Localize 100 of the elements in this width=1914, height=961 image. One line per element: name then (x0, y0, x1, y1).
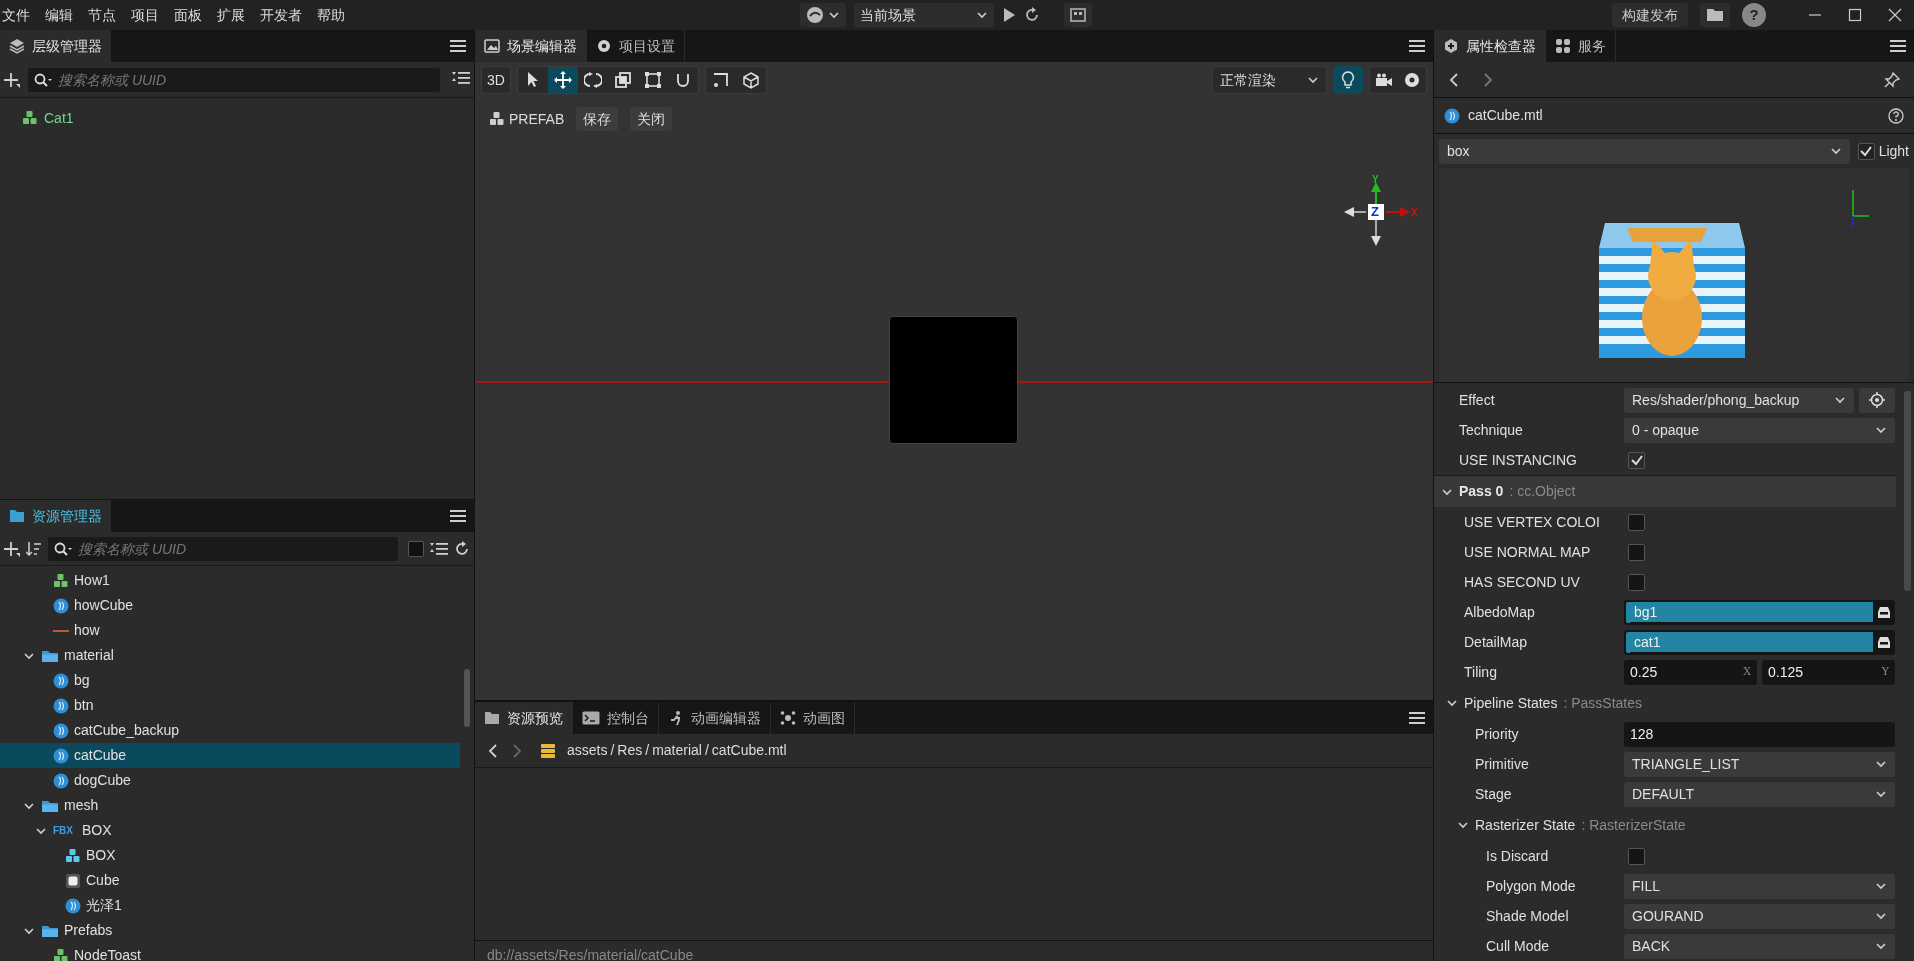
asset-field-value: bg1 (1630, 602, 1873, 622)
asset-label: howCube (74, 596, 134, 615)
pin-button[interactable] (1884, 71, 1900, 88)
panel-tab[interactable]: 控制台 (573, 702, 659, 734)
asset-row[interactable]: BOX (0, 843, 460, 868)
asset-row[interactable]: Prefabs (0, 918, 460, 943)
sort-list-button[interactable] (452, 70, 470, 85)
back-button[interactable] (487, 743, 499, 758)
number-field[interactable]: 0.125 Y (1762, 659, 1895, 685)
search-icon (34, 72, 52, 87)
property-select[interactable]: TRIANGLE_LIST (1624, 751, 1895, 777)
mesh-select[interactable]: box (1439, 138, 1850, 164)
back-button[interactable] (1448, 72, 1460, 87)
property-select[interactable]: DEFAULT (1624, 781, 1895, 807)
asset-row[interactable]: FBX BOX (0, 818, 460, 843)
caret-icon (976, 9, 988, 21)
move-tool-button[interactable] (547, 67, 578, 93)
menu-item[interactable]: 节点 (88, 4, 116, 26)
property-select[interactable]: 0 - opaque (1624, 417, 1895, 443)
breadcrumb-item[interactable]: Res (617, 740, 643, 761)
asset-row[interactable]: catCube_backup (0, 718, 460, 743)
asset-row[interactable]: Cube (0, 868, 460, 893)
mode-button[interactable]: 3D (481, 66, 511, 94)
help-button[interactable]: ? (1742, 3, 1766, 27)
panel-tab[interactable]: 资源管理器 (0, 500, 111, 532)
asset-row[interactable]: how (0, 618, 460, 643)
asset-row[interactable]: bg (0, 668, 460, 693)
lightbulb-icon (1341, 71, 1355, 89)
menu-item[interactable]: 文件 (2, 4, 30, 26)
light-toggle[interactable] (1333, 66, 1363, 94)
property-checkbox[interactable] (1628, 847, 1645, 865)
asset-row[interactable]: NodeToast (0, 943, 460, 961)
asset-row[interactable]: material (0, 643, 460, 668)
panel-tab[interactable]: 服务 (1546, 30, 1616, 62)
play-button[interactable] (1002, 7, 1016, 23)
sort-list-button[interactable] (430, 541, 448, 556)
property-select[interactable]: Res/shader/phong_backup (1624, 387, 1854, 413)
search-field[interactable]: 搜索名称或 UUID (28, 67, 440, 92)
caret-icon (1834, 394, 1846, 406)
panel-tab[interactable]: 层级管理器 (0, 30, 111, 62)
scene-select[interactable]: 当前场景 (854, 3, 994, 27)
engine-button[interactable] (800, 3, 846, 27)
asset-row[interactable]: 光泽1 (0, 893, 460, 918)
panel-tab[interactable]: 动画图 (771, 702, 855, 734)
menu-item[interactable]: 面板 (174, 4, 202, 26)
asset-label: Cube (86, 871, 120, 890)
expand-toggle[interactable] (1457, 819, 1469, 831)
property-select[interactable]: BACK (1624, 933, 1895, 959)
refresh-button[interactable] (454, 540, 470, 557)
swirl-ball-icon (53, 772, 69, 789)
menu-item[interactable]: 扩展 (217, 4, 245, 26)
property-checkbox[interactable] (1628, 513, 1645, 531)
menu-item[interactable]: 编辑 (45, 4, 73, 26)
property-checkbox[interactable] (1628, 573, 1645, 591)
menu-item[interactable]: 帮助 (317, 4, 345, 26)
asset-field[interactable]: bg1 (1624, 599, 1895, 625)
render-mode-select[interactable]: 正常渲染 (1212, 66, 1327, 94)
asset-row[interactable]: howCube (0, 593, 460, 618)
menu-item[interactable]: 项目 (131, 4, 159, 26)
property-checkbox[interactable] (1628, 451, 1645, 469)
filter-checkbox[interactable] (408, 540, 424, 557)
number-field[interactable]: 128 (1624, 721, 1895, 747)
sort-button[interactable] (26, 540, 42, 557)
add-button[interactable] (4, 540, 20, 557)
breadcrumb-item[interactable]: material (652, 740, 702, 761)
property-checkbox[interactable] (1628, 543, 1645, 561)
folder-button[interactable] (1700, 3, 1730, 27)
gear-icon (596, 38, 612, 54)
panel-tab[interactable]: 动画编辑器 (659, 702, 771, 734)
asset-field[interactable]: cat1 (1624, 629, 1895, 655)
asset-row[interactable]: dogCube (0, 768, 460, 793)
asset-row[interactable]: btn (0, 693, 460, 718)
build-button[interactable]: 构建发布 (1612, 3, 1688, 27)
locate-button[interactable] (1859, 387, 1895, 413)
maximize-button[interactable] (1848, 8, 1862, 22)
asset-row[interactable]: mesh (0, 793, 460, 818)
device-button[interactable] (1064, 3, 1092, 27)
breadcrumb-item[interactable]: assets (567, 740, 608, 761)
prefab-action-button[interactable]: 关闭 (630, 107, 673, 131)
search-field[interactable]: 搜索名称或 UUID (48, 536, 398, 561)
forward-button[interactable] (1482, 72, 1494, 87)
prefab-action-button[interactable]: 保存 (576, 107, 619, 131)
asset-row[interactable]: catCube (0, 743, 460, 768)
breadcrumb-item[interactable]: catCube.mtl (711, 740, 787, 761)
panel-tab[interactable]: 属性检查器 (1434, 30, 1546, 62)
add-button[interactable] (4, 71, 20, 88)
menu-item[interactable]: 开发者 (260, 4, 302, 26)
refresh-button[interactable] (1024, 7, 1040, 23)
expand-toggle[interactable] (1446, 697, 1458, 709)
axis-label: Y (1372, 173, 1379, 187)
asset-row[interactable]: How1 (0, 568, 460, 593)
forward-button[interactable] (511, 743, 523, 758)
property-select[interactable]: GOURAND (1624, 903, 1895, 929)
pin-icon (1884, 71, 1900, 88)
close-button[interactable] (1888, 8, 1902, 22)
panel-tab[interactable]: 场景编辑器 (475, 30, 587, 62)
number-field[interactable]: 0.25 X (1624, 659, 1757, 685)
property-select[interactable]: FILL (1624, 873, 1895, 899)
panel-tab[interactable]: 资源预览 (475, 702, 573, 734)
light-checkbox[interactable] (1857, 142, 1875, 160)
